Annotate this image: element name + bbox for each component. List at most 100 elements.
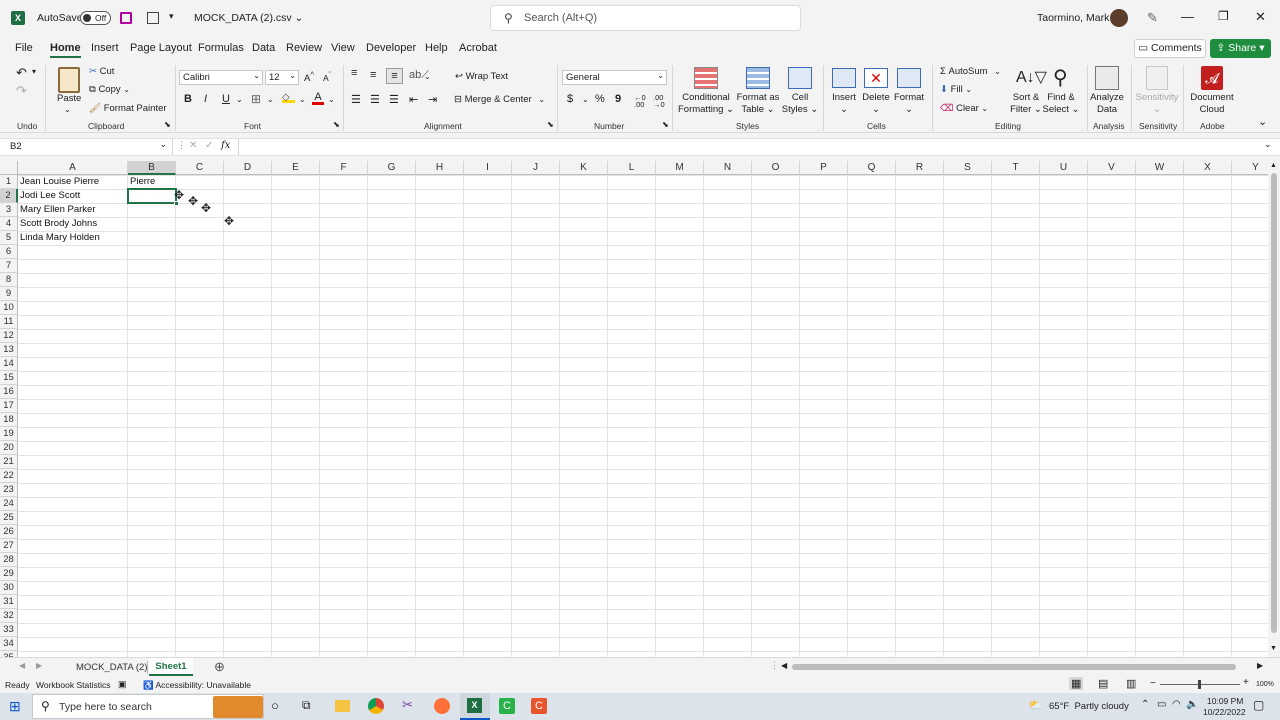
copy-button[interactable]: ⧉ Copy ⌄: [89, 84, 130, 95]
camtasia-green-icon[interactable]: C: [499, 698, 515, 714]
row-header-4[interactable]: 4: [0, 217, 18, 231]
weather-icon[interactable]: ⛅: [1028, 698, 1043, 712]
column-header-i[interactable]: I: [464, 161, 512, 175]
italic-button[interactable]: I: [204, 93, 207, 105]
column-header-p[interactable]: P: [800, 161, 848, 175]
volume-icon[interactable]: 🔈: [1186, 699, 1198, 710]
cell-a4[interactable]: Scott Brody Johns: [18, 217, 97, 231]
row-header-22[interactable]: 22: [0, 469, 18, 483]
tab-home[interactable]: Home: [50, 42, 81, 58]
row-header-32[interactable]: 32: [0, 609, 18, 623]
decrease-font-icon[interactable]: Aˇ: [323, 71, 331, 83]
row-header-2[interactable]: 2: [0, 189, 18, 203]
zoom-out-icon[interactable]: −: [1150, 678, 1156, 689]
adobe-acrobat-icon[interactable]: 𝓐: [1201, 66, 1223, 90]
align-center-icon[interactable]: ☰: [370, 93, 380, 106]
currency-button[interactable]: $: [567, 93, 573, 105]
selected-cell-b2[interactable]: [127, 188, 177, 204]
delete-cells-button[interactable]: Delete ⌄: [860, 92, 892, 116]
normal-view-icon[interactable]: ▦: [1069, 677, 1084, 690]
row-header-13[interactable]: 13: [0, 343, 18, 357]
wrap-text-button[interactable]: ↩ Wrap Text: [455, 71, 508, 82]
save-icon[interactable]: [120, 12, 132, 24]
more-options-icon[interactable]: ⋮: [177, 140, 186, 151]
align-left-icon[interactable]: ☰: [351, 93, 361, 106]
row-header-23[interactable]: 23: [0, 483, 18, 497]
share-button[interactable]: ⇪ Share ▾: [1210, 39, 1271, 58]
workbook-statistics[interactable]: Workbook Statistics: [36, 680, 110, 690]
number-format-select[interactable]: General ⌄: [562, 70, 667, 85]
close-icon[interactable]: ✕: [1255, 9, 1266, 25]
insert-function-icon[interactable]: fx: [221, 140, 230, 151]
page-break-view-icon[interactable]: ▥: [1126, 677, 1136, 690]
conditional-formatting-icon[interactable]: [694, 67, 718, 89]
sort-filter-button[interactable]: Sort & Filter ⌄: [1008, 92, 1044, 116]
row-header-31[interactable]: 31: [0, 595, 18, 609]
row-header-15[interactable]: 15: [0, 371, 18, 385]
clock-time[interactable]: 10:09 PM: [1207, 696, 1243, 706]
tray-chevron-icon[interactable]: ⌃: [1141, 699, 1149, 710]
vertical-scroll-thumb[interactable]: [1271, 173, 1277, 633]
avatar[interactable]: [1110, 9, 1128, 27]
clear-button[interactable]: ⌫ Clear ⌄: [940, 103, 988, 114]
clock-date[interactable]: 10/22/2022: [1203, 707, 1246, 717]
find-select-button[interactable]: Find & Select ⌄: [1042, 92, 1080, 116]
document-cloud-button[interactable]: Document Cloud: [1188, 92, 1236, 116]
paste-chevron-icon[interactable]: ⌄: [64, 105, 71, 114]
row-header-10[interactable]: 10: [0, 301, 18, 315]
underline-chevron-icon[interactable]: ⌄: [236, 95, 243, 104]
column-header-b[interactable]: B: [128, 161, 176, 175]
name-box[interactable]: B2 ⌄: [0, 139, 173, 155]
dialog-launcher-icon[interactable]: ⬊: [662, 120, 669, 129]
row-header-29[interactable]: 29: [0, 567, 18, 581]
tab-acrobat[interactable]: Acrobat: [459, 42, 497, 54]
format-cells-button[interactable]: Format ⌄: [893, 92, 925, 116]
font-name-select[interactable]: Calibri ⌄: [179, 70, 263, 85]
row-header-28[interactable]: 28: [0, 553, 18, 567]
column-header-g[interactable]: G: [368, 161, 416, 175]
row-header-24[interactable]: 24: [0, 497, 18, 511]
maximize-icon[interactable]: ❐: [1218, 9, 1229, 23]
format-cells-icon[interactable]: [897, 68, 921, 88]
row-header-6[interactable]: 6: [0, 245, 18, 259]
cell-styles-icon[interactable]: [788, 67, 812, 89]
column-header-w[interactable]: W: [1136, 161, 1184, 175]
tab-split-handle[interactable]: ⋮: [770, 660, 779, 671]
align-middle-icon[interactable]: ≡: [370, 69, 376, 81]
tab-developer[interactable]: Developer: [366, 42, 416, 54]
zoom-in-icon[interactable]: +: [1243, 677, 1249, 688]
align-right-icon[interactable]: ☰: [389, 93, 399, 106]
wifi-icon[interactable]: ◠: [1172, 699, 1181, 710]
layout-icon[interactable]: [147, 12, 159, 24]
ribbon-collapse-chevron-icon[interactable]: ⌄: [1258, 115, 1267, 128]
row-header-18[interactable]: 18: [0, 413, 18, 427]
row-header-20[interactable]: 20: [0, 441, 18, 455]
column-header-x[interactable]: X: [1184, 161, 1232, 175]
worksheet-grid[interactable]: ABCDEFGHIJKLMNOPQRSTUVWXY 1 2 3 4 5 6 7 8 9 10 11 1…: [0, 161, 1268, 657]
cut-button[interactable]: ✂ Cut: [89, 66, 114, 77]
cell-a5[interactable]: Linda Mary Holden: [18, 231, 100, 245]
undo-icon[interactable]: ↶: [16, 65, 27, 81]
tab-formulas[interactable]: Formulas: [198, 42, 244, 54]
user-name[interactable]: Taormino, Mark: [1037, 12, 1109, 24]
column-header-o[interactable]: O: [752, 161, 800, 175]
autosave-toggle[interactable]: Off: [80, 11, 111, 25]
decrease-indent-icon[interactable]: ⇤: [409, 93, 418, 106]
paste-icon[interactable]: [58, 67, 80, 93]
tab-file[interactable]: File: [15, 42, 33, 54]
row-header-7[interactable]: 7: [0, 259, 18, 273]
camtasia-orange-icon[interactable]: C: [531, 698, 547, 714]
font-color-icon[interactable]: A: [312, 92, 324, 105]
dialog-launcher-icon[interactable]: ⬊: [164, 120, 171, 129]
network-icon[interactable]: ▭: [1157, 699, 1166, 710]
column-header-c[interactable]: C: [176, 161, 224, 175]
row-header-25[interactable]: 25: [0, 511, 18, 525]
bold-button[interactable]: B: [184, 93, 192, 105]
confirm-entry-icon[interactable]: ✓: [205, 140, 213, 151]
firefox-icon[interactable]: [434, 698, 450, 714]
decrease-decimal-icon[interactable]: .00 →0: [653, 94, 665, 109]
zoom-level[interactable]: 100%: [1256, 681, 1274, 688]
percent-button[interactable]: %: [595, 93, 605, 105]
column-header-r[interactable]: R: [896, 161, 944, 175]
insert-cells-icon[interactable]: [832, 68, 856, 88]
